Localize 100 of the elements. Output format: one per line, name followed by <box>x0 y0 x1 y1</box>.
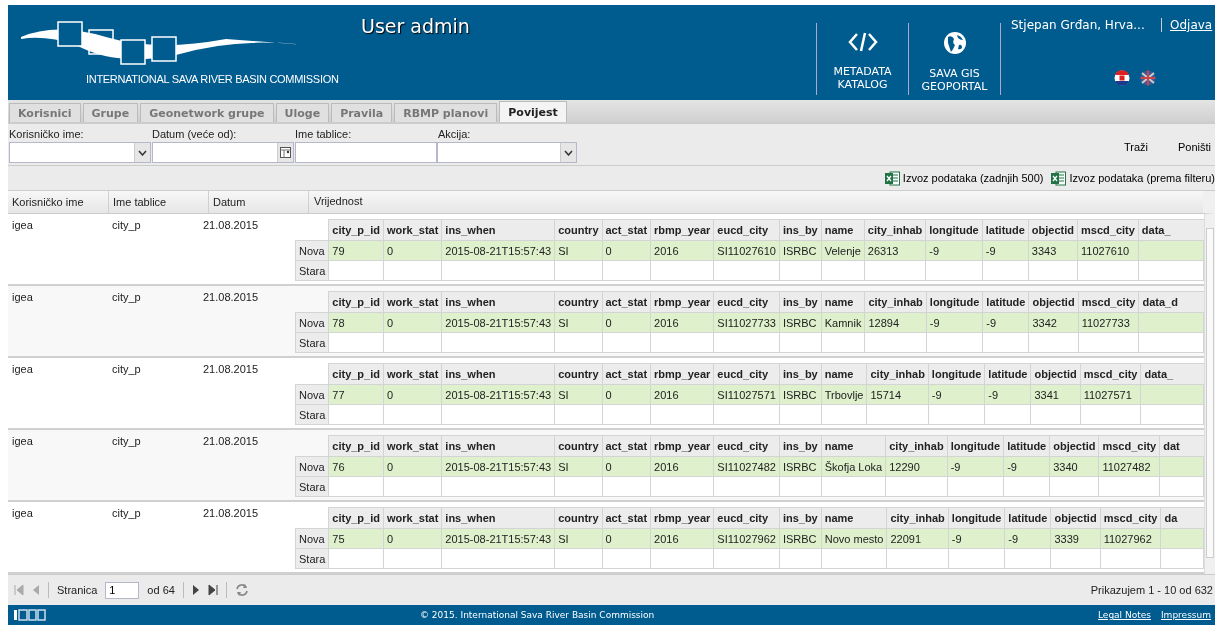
field-header: ins_when <box>441 507 555 529</box>
filter-field[interactable] <box>295 142 437 163</box>
field-header: country <box>554 363 602 385</box>
field-header: data_d <box>1138 291 1204 313</box>
table-cell-text: 21.08.2015 <box>202 362 260 377</box>
field-header: ins_when <box>441 363 555 385</box>
row-label: Nova <box>295 240 329 261</box>
field-header: eucd_city <box>713 219 780 241</box>
first-page-icon[interactable] <box>14 584 24 596</box>
dropdown-icon[interactable] <box>564 149 573 156</box>
user-name: Stjepan Grđan, Hrva... <box>1011 18 1162 32</box>
page-title: User admin <box>361 14 471 39</box>
column-header[interactable]: Ime tablice <box>109 191 209 213</box>
page-label: Stranica <box>57 584 98 596</box>
field-header: objectid <box>1028 219 1078 241</box>
field-header: city_inhab <box>864 291 927 313</box>
filter-field[interactable] <box>9 142 151 163</box>
logo-icon <box>14 609 46 621</box>
table-cell-text: igea <box>11 218 34 233</box>
spreadsheet-icon <box>1051 170 1067 186</box>
field-header: objectid <box>1050 507 1101 529</box>
field-header: work_stat <box>383 291 442 313</box>
field-header: eucd_city <box>713 435 780 457</box>
tab[interactable]: Povijest <box>499 101 567 122</box>
dropdown-icon[interactable] <box>138 149 147 156</box>
table-cell-text: igea <box>11 506 34 521</box>
filter-label: Korisničko ime: <box>8 128 85 142</box>
field-header: eucd_city <box>713 507 780 529</box>
field-header: ins_when <box>441 291 555 313</box>
field-header: eucd_city <box>713 291 780 313</box>
scrollbar[interactable] <box>1204 214 1215 574</box>
table-cell-text: city_p <box>111 434 142 449</box>
field-header: country <box>554 435 602 457</box>
field-header: da <box>1160 507 1204 529</box>
field-header: rbmp_year <box>650 435 714 457</box>
last-page-icon[interactable] <box>207 584 218 596</box>
refresh-icon[interactable] <box>234 583 249 597</box>
row-label: Stara <box>295 260 329 281</box>
field-header: act_stat <box>602 363 651 385</box>
field-header: city_inhab <box>886 507 949 529</box>
croatian-flag-icon[interactable] <box>1114 70 1130 86</box>
page-field[interactable]: 1 <box>105 581 140 599</box>
filter-field[interactable] <box>152 142 294 163</box>
field-header: latitude <box>1003 435 1050 457</box>
field-header: latitude <box>982 291 1029 313</box>
export-button[interactable]: Izvoz podataka (prema filteru) <box>1051 170 1215 186</box>
field-header: name <box>821 219 865 241</box>
row-label: Nova <box>295 384 329 405</box>
row-label: Nova <box>295 312 329 333</box>
filter-button[interactable]: Traži <box>1123 140 1148 154</box>
previous-page-icon[interactable] <box>32 584 40 596</box>
column-header[interactable]: Datum <box>209 191 309 213</box>
field-header: act_stat <box>602 435 651 457</box>
field-header: rbmp_year <box>650 507 714 529</box>
field-header: city_p_id <box>328 435 384 457</box>
header-link[interactable]: METADATA KATALOG <box>816 23 908 95</box>
field-header: mscd_city <box>1080 363 1141 385</box>
field-header: dat <box>1159 435 1204 457</box>
field-header: longitude <box>926 291 983 313</box>
field-header: name <box>821 507 887 529</box>
field-header: city_p_id <box>328 363 384 385</box>
field-header: name <box>821 363 867 385</box>
table-cell-text: city_p <box>111 362 142 377</box>
field-header: objectid <box>1049 435 1099 457</box>
logout-link[interactable]: Odjava <box>1170 18 1213 32</box>
column-header[interactable]: Korisničko ime <box>8 191 109 213</box>
field-header: mscd_city <box>1077 219 1139 241</box>
table-cell-text: city_p <box>111 290 142 305</box>
field-header: mscd_city <box>1078 291 1139 313</box>
filter-button[interactable]: Poništi <box>1177 140 1211 154</box>
filter-label: Ime tablice: <box>294 128 353 142</box>
table-cell-text: city_p <box>111 218 142 233</box>
footer-link[interactable]: Impressum <box>1160 610 1211 620</box>
field-header: ins_when <box>441 435 555 457</box>
column-header[interactable]: Vrijednost <box>309 191 1203 213</box>
field-header: act_stat <box>602 291 651 313</box>
field-header: ins_by <box>779 435 822 457</box>
field-header: work_stat <box>383 363 442 385</box>
footer-link[interactable]: Legal Notes <box>1098 610 1151 620</box>
filter-field[interactable] <box>437 142 577 163</box>
export-button[interactable]: Izvoz podataka (zadnjih 500) <box>884 170 1044 186</box>
filter-label: Datum (veće od): <box>151 128 238 142</box>
field-header: latitude <box>982 219 1029 241</box>
page-count: od 64 <box>147 584 175 596</box>
header-link[interactable]: SAVA GIS GEOPORTAL <box>908 23 1001 95</box>
field-header: rbmp_year <box>650 219 714 241</box>
table-cell-text: 21.08.2015 <box>202 218 260 233</box>
next-page-icon[interactable] <box>191 584 200 596</box>
field-header: act_stat <box>602 507 651 529</box>
calendar-icon[interactable] <box>280 147 291 158</box>
field-header: country <box>554 219 602 241</box>
field-header: data_ <box>1138 219 1204 241</box>
field-header: name <box>821 291 865 313</box>
field-header: ins_by <box>779 363 822 385</box>
spreadsheet-icon <box>884 170 900 186</box>
field-header: longitude <box>925 219 983 241</box>
uk-flag-icon[interactable] <box>1140 70 1156 86</box>
field-header: latitude <box>1004 507 1051 529</box>
field-header: country <box>554 291 602 313</box>
copyright-text: © 2015. International Sava River Basin Commission <box>420 610 655 620</box>
